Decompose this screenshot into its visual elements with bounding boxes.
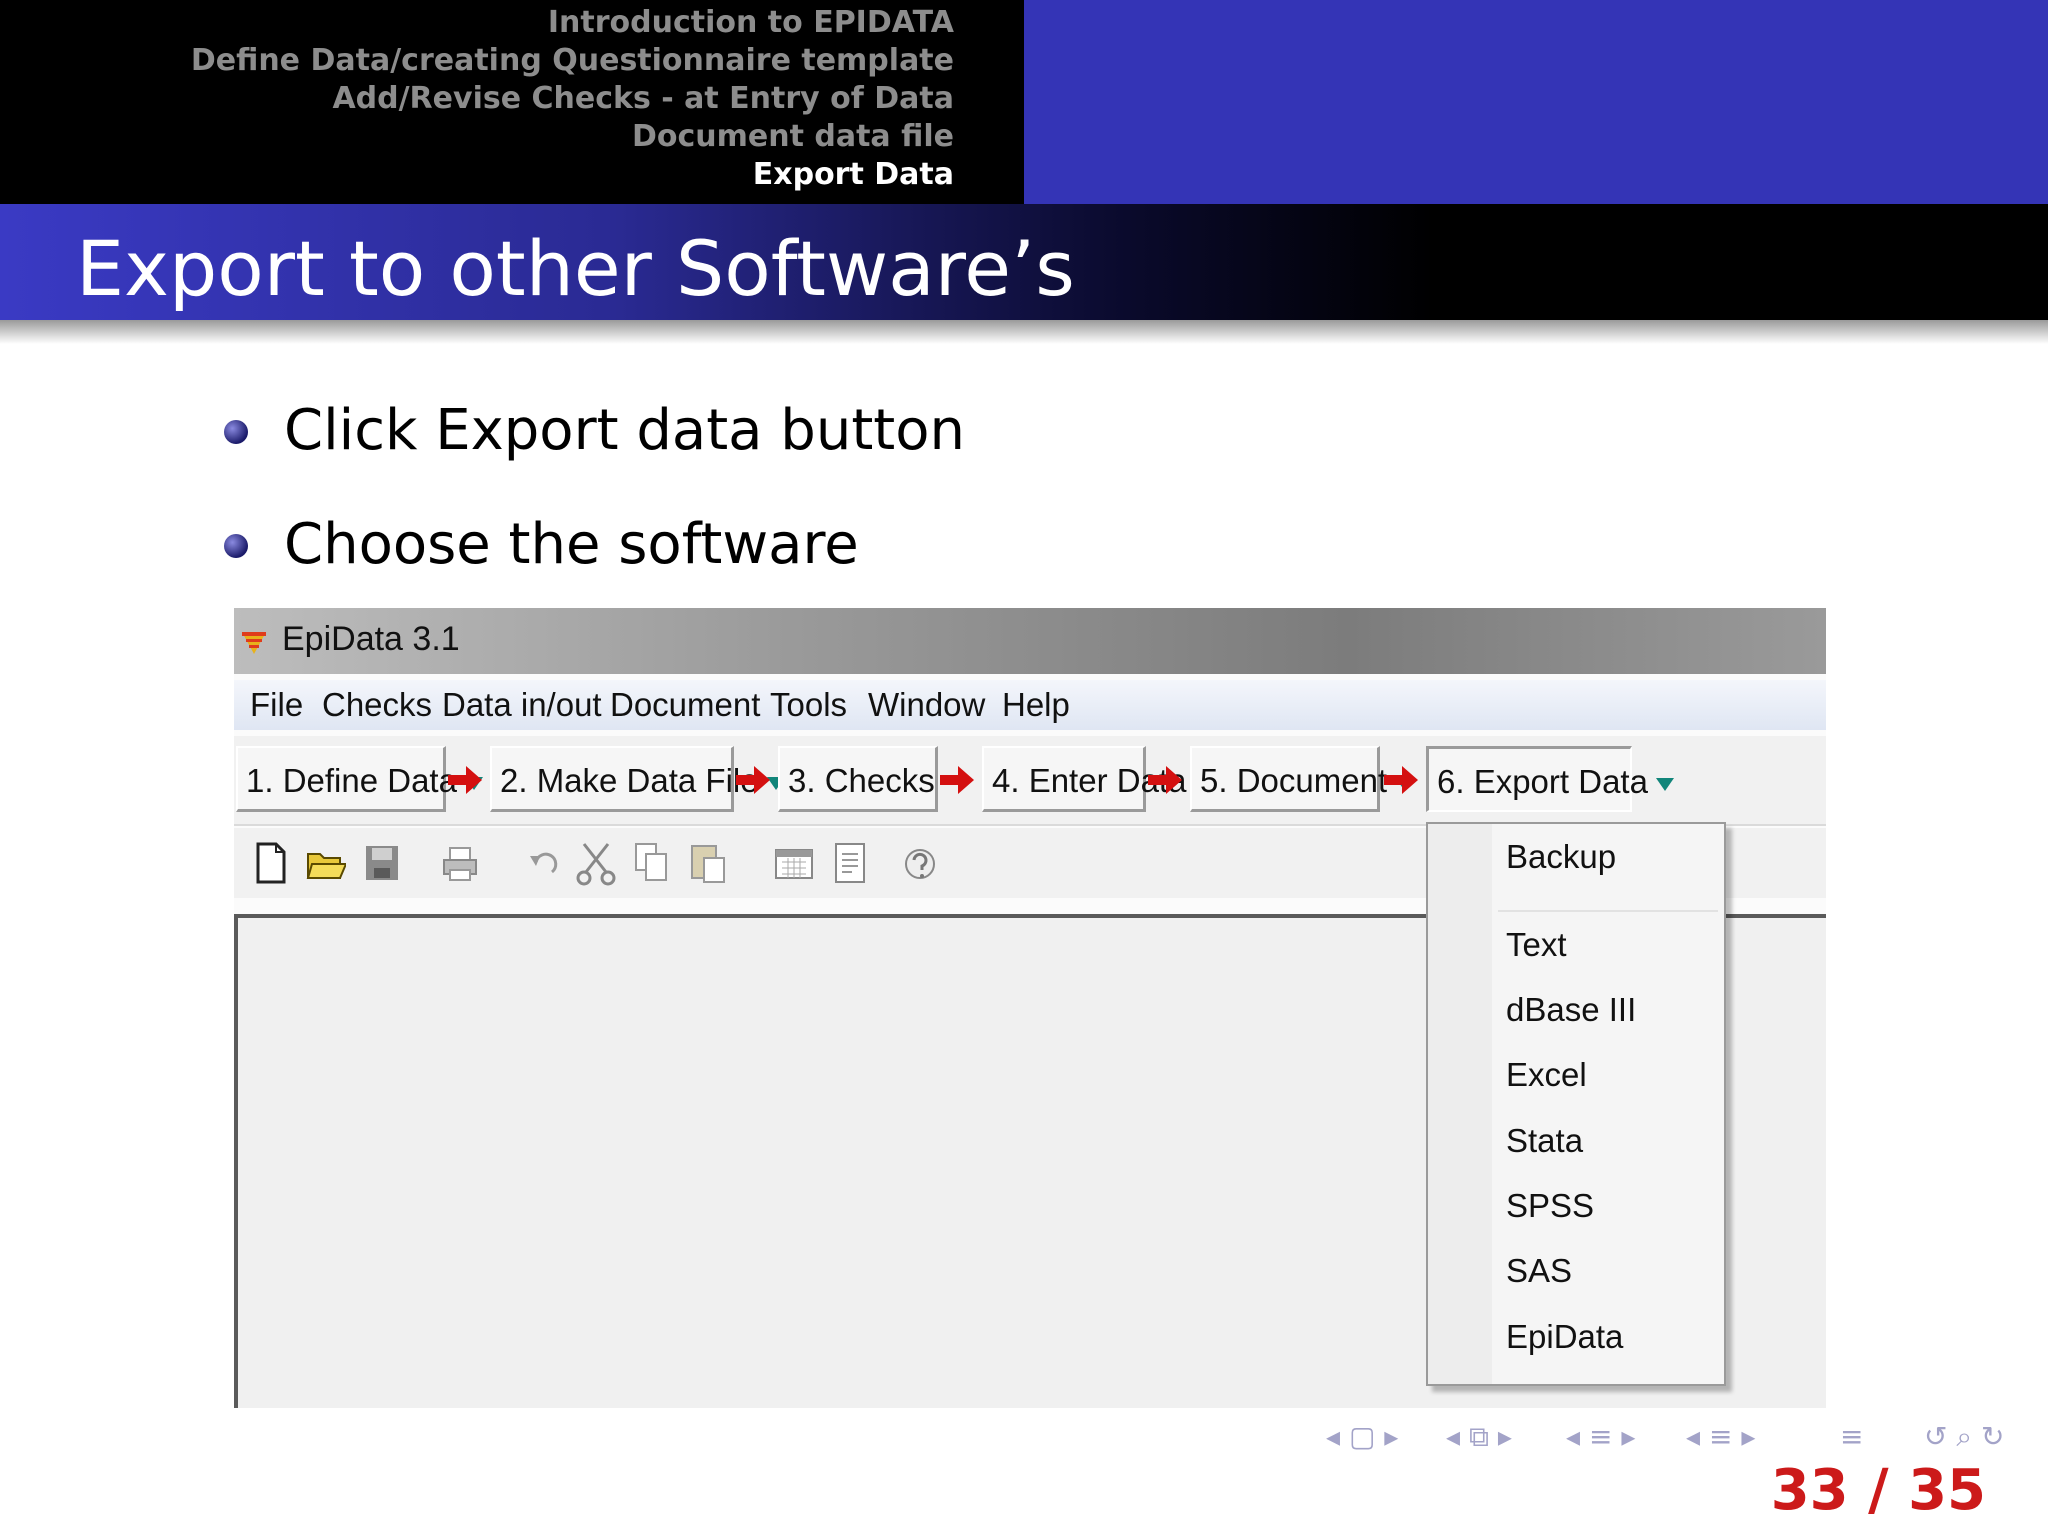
enter-data-button[interactable]: 4. Enter Data — [982, 746, 1186, 812]
nav-section-3[interactable]: Add/Revise Checks - at Entry of Data — [191, 80, 954, 118]
app-title: EpiData 3.1 — [282, 620, 460, 658]
export-data-button[interactable]: 6. Export Data — [1426, 746, 1674, 812]
save-icon[interactable] — [362, 840, 402, 886]
export-option-epidata[interactable]: EpiData — [1506, 1318, 1623, 1356]
button-label: 6. Export Data — [1437, 763, 1648, 800]
print-icon[interactable] — [440, 840, 480, 886]
button-label: 2. Make Data File — [500, 762, 759, 799]
nav-section-2[interactable]: Define Data/creating Questionnaire templ… — [191, 42, 954, 80]
cut-icon[interactable] — [576, 840, 616, 886]
nav-section-4[interactable]: Document data file — [191, 118, 954, 156]
epidata-window: EpiData 3.1 File Checks Data in/out Docu… — [234, 608, 1826, 1408]
export-option-backup[interactable]: Backup — [1506, 838, 1616, 876]
menu-icon-strip — [1428, 824, 1492, 1384]
menu-tools[interactable]: Tools — [770, 686, 847, 724]
beamer-nav-search-icon[interactable]: ↺ ⌕ ↻ — [1924, 1420, 2004, 1460]
beamer-nav-prev-frame-icon[interactable]: ◂ ▢ ▸ — [1326, 1420, 1398, 1460]
nav-section-5-active[interactable]: Export Data — [191, 156, 954, 194]
make-data-file-button[interactable]: 2. Make Data File — [490, 746, 785, 812]
menu-data-in-out[interactable]: Data in/out — [442, 686, 602, 724]
menu-document[interactable]: Document — [610, 686, 760, 724]
bullet-text: Choose the software — [284, 512, 859, 577]
header-blue-panel — [1024, 0, 2048, 204]
paste-icon[interactable] — [688, 840, 728, 886]
menu-bar: File Checks Data in/out Document Tools W… — [234, 680, 1826, 730]
calendar-icon[interactable] — [774, 840, 814, 886]
nav-section-1[interactable]: Introduction to EPIDATA — [191, 4, 954, 42]
beamer-nav-toc-icon[interactable]: ≡ — [1840, 1420, 1863, 1460]
section-navigation: Introduction to EPIDATA Define Data/crea… — [191, 4, 954, 194]
export-dropdown-menu: Backup Text dBase III Excel Stata SPSS S… — [1426, 822, 1726, 1386]
export-option-stata[interactable]: Stata — [1506, 1122, 1583, 1160]
title-shadow — [0, 320, 2048, 344]
checks-button[interactable]: 3. Checks — [778, 746, 938, 812]
help-icon[interactable] — [900, 840, 940, 886]
arrow-right-icon — [1384, 766, 1418, 794]
header-nav-panel: Introduction to EPIDATA Define Data/crea… — [0, 0, 1024, 204]
workflow-bar: 1. Define Data 2. Make Data File 3. Chec… — [234, 736, 1826, 826]
button-label: 5. Document — [1200, 762, 1388, 799]
slide-title-bar: Export to other Software’s — [0, 204, 2048, 320]
button-label: 1. Define Data — [246, 762, 457, 799]
define-data-button[interactable]: 1. Define Data — [236, 746, 483, 812]
beamer-nav-document-icon[interactable]: ◂ ≡ ▸ — [1686, 1420, 1755, 1460]
export-option-spss[interactable]: SPSS — [1506, 1187, 1594, 1225]
epidata-logo-icon — [242, 632, 266, 654]
bullet-dot-icon — [224, 420, 248, 444]
export-option-excel[interactable]: Excel — [1506, 1056, 1587, 1094]
page-number: 33 / 35 — [1770, 1458, 1986, 1523]
menu-file[interactable]: File — [250, 686, 303, 724]
menu-window[interactable]: Window — [868, 686, 985, 724]
menu-checks[interactable]: Checks — [322, 686, 432, 724]
arrow-right-icon — [448, 766, 482, 794]
document-icon[interactable] — [830, 840, 870, 886]
button-label: 3. Checks — [788, 762, 935, 799]
beamer-nav-section-icon[interactable]: ◂ ≡ ▸ — [1566, 1420, 1635, 1460]
menu-help[interactable]: Help — [1002, 686, 1070, 724]
menu-separator — [1498, 910, 1718, 912]
open-folder-icon[interactable] — [306, 840, 346, 886]
document-button[interactable]: 5. Document — [1190, 746, 1414, 812]
slide-title: Export to other Software’s — [76, 224, 1075, 313]
arrow-right-icon — [1148, 766, 1182, 794]
beamer-nav-subsection-icon[interactable]: ◂ ⧉ ▸ — [1446, 1420, 1512, 1460]
epidata-titlebar: EpiData 3.1 — [234, 608, 1826, 674]
undo-icon[interactable] — [524, 840, 564, 886]
chevron-down-icon — [1655, 777, 1674, 791]
bullet-dot-icon — [224, 534, 248, 558]
arrow-right-icon — [940, 766, 974, 794]
bullet-text: Click Export data button — [284, 398, 965, 463]
new-file-icon[interactable] — [250, 840, 290, 886]
export-option-sas[interactable]: SAS — [1506, 1252, 1572, 1290]
export-option-text[interactable]: Text — [1506, 926, 1567, 964]
copy-icon[interactable] — [632, 840, 672, 886]
arrow-right-icon — [736, 766, 770, 794]
export-option-dbase[interactable]: dBase III — [1506, 991, 1636, 1029]
